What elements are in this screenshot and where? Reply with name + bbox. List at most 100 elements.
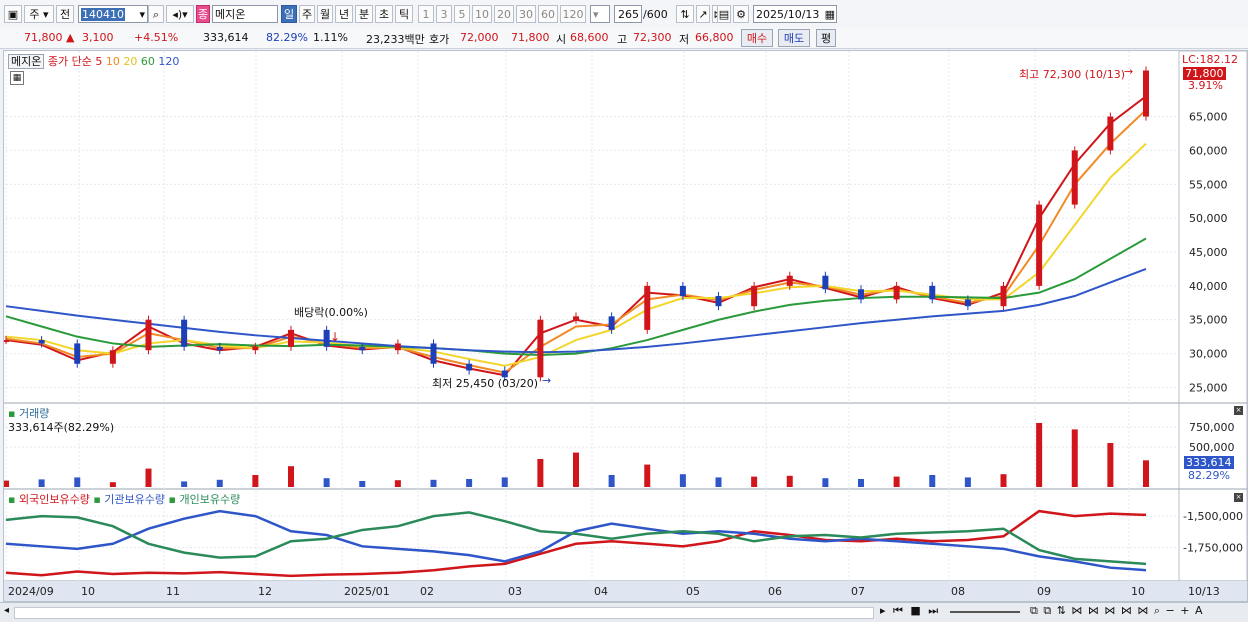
up-arrow-icon: ▲	[66, 31, 75, 44]
candle	[109, 350, 116, 364]
price-tick-label: 60,000	[1189, 144, 1228, 157]
ma-line-20	[5, 142, 1147, 367]
stock-name-field[interactable]: 메지온	[212, 5, 278, 23]
volume-bar	[323, 478, 330, 487]
holdings-close-icon[interactable]: ×	[1234, 493, 1243, 502]
candle	[1107, 116, 1114, 151]
volume-bar	[4, 480, 9, 487]
search-icon[interactable]: ⌕	[148, 5, 164, 23]
candle	[964, 299, 971, 307]
code-input[interactable]: 140410 ▾	[78, 5, 148, 23]
volume-current-tag: 333,614	[1184, 456, 1234, 469]
volume-bar	[644, 464, 651, 487]
stock-legend-name[interactable]: 메지온	[8, 54, 45, 69]
indicator-icon[interactable]: ⇅	[676, 5, 694, 23]
interval-20[interactable]: 20	[494, 5, 514, 23]
candle	[4, 340, 9, 343]
calculator-icon[interactable]: ▦	[10, 71, 24, 85]
dividend-arrow-icon: ↓	[330, 330, 340, 344]
bottom-tools[interactable]: ⧉ ⧉ ⇅ ⋈ ⋈ ⋈ ⋈ ⋈ ⌕ − + A	[1030, 604, 1204, 618]
type-select-label: 주	[29, 8, 40, 21]
volume-tick-label: 750,000	[1189, 421, 1235, 434]
candle	[537, 319, 544, 378]
candle	[858, 289, 864, 300]
zoom-slider[interactable]	[950, 611, 1020, 613]
chart-area[interactable]: → → ↓ 2024/09 10 11 12 2025/01 02 03 04 05 06 07 08 09…	[3, 50, 1248, 602]
date-label: 10	[1131, 585, 1145, 598]
speaker-icon[interactable]: ◂)▾	[166, 5, 194, 23]
volume-bar	[929, 475, 936, 487]
date-label: 07	[851, 585, 865, 598]
interval-10[interactable]: 10	[472, 5, 492, 23]
tab-tick[interactable]: 틱	[395, 5, 413, 23]
tab-month[interactable]: 월	[317, 5, 333, 23]
date-label: 12	[258, 585, 272, 598]
tab-second[interactable]: 초	[375, 5, 393, 23]
price-value: 71,800	[24, 31, 63, 44]
candle	[679, 285, 686, 297]
volume-layer	[4, 423, 1149, 487]
date-label: 11	[166, 585, 180, 598]
draw-tool-icon[interactable]: ↗	[696, 5, 710, 23]
tab-minute[interactable]: 분	[355, 5, 373, 23]
min-arrow-icon: →	[542, 374, 551, 387]
scroll-left-icon[interactable]: ◂	[4, 605, 9, 616]
volume-close-icon[interactable]: ×	[1234, 406, 1243, 415]
date-label: 2025/01	[344, 585, 390, 598]
gear-icon[interactable]: ⚙	[733, 5, 749, 23]
playback-controls[interactable]: ▸ ⏮ ■ ⏭	[880, 604, 940, 618]
interval-3[interactable]: 3	[436, 5, 452, 23]
window-icon[interactable]: ▣	[4, 5, 22, 23]
interval-dropdown[interactable]: ▾	[590, 5, 610, 23]
quote-bar: 71,800 ▲ 3,100 +4.51% 333,614 82.29% 1.1…	[0, 28, 1248, 49]
ma-legend-120: 120	[158, 55, 180, 68]
interval-120[interactable]: 120	[560, 5, 586, 23]
calendar-icon[interactable]: ▦	[825, 6, 836, 24]
ma-legend-60: 60	[140, 55, 155, 68]
tab-year[interactable]: 년	[335, 5, 353, 23]
candle	[786, 275, 793, 286]
eval-button[interactable]: 평	[816, 29, 836, 47]
interval-1[interactable]: 1	[418, 5, 434, 23]
sell-button[interactable]: 매도	[778, 29, 810, 47]
holdings-line-기관보유수량	[5, 509, 1147, 572]
type-select[interactable]: 주 ▾	[24, 5, 54, 23]
volume-bar	[1000, 474, 1007, 487]
volume-tick-label: 500,000	[1189, 441, 1235, 454]
date-value: 2025/10/13	[756, 8, 820, 21]
volume-bar	[1107, 443, 1114, 487]
date-label: 10/13	[1188, 585, 1220, 598]
open-label: 시	[556, 33, 567, 46]
tab-week[interactable]: 주	[299, 5, 315, 23]
interval-5[interactable]: 5	[454, 5, 470, 23]
candle	[323, 329, 330, 347]
price-tick-label: 45,000	[1189, 246, 1228, 259]
save-icon[interactable]: ▤	[717, 5, 731, 23]
legend-foreign: 외국인보유수량	[18, 493, 90, 506]
min-annotation: 최저 25,450 (03/20)	[432, 377, 539, 390]
price-tick-label: 55,000	[1189, 178, 1228, 191]
volume-bar	[858, 479, 864, 487]
date-input[interactable]: 2025/10/13 ▦	[753, 5, 837, 23]
count-input[interactable]: 265	[614, 5, 642, 23]
price-tick-label: 30,000	[1189, 348, 1228, 361]
volume-value: 333,614	[203, 31, 249, 44]
holdings-legend: ▪ 외국인보유수량 ▪ 기관보유수량 ▪ 개인보유수량	[8, 493, 241, 506]
prev-button[interactable]: 전	[56, 5, 74, 23]
chart-svg[interactable]: → → ↓ 2024/09 10 11 12 2025/01 02 03 04 05 06 07 08 09…	[4, 51, 1247, 601]
volume-bar	[893, 476, 900, 487]
candle	[216, 346, 223, 351]
tab-day[interactable]: 일	[281, 5, 297, 23]
volume-bar	[1036, 423, 1043, 487]
volume-bar	[252, 475, 259, 487]
price-tick-label: 65,000	[1189, 111, 1228, 124]
buy-button[interactable]: 매수	[741, 29, 773, 47]
interval-60[interactable]: 60	[538, 5, 558, 23]
code-dropdown-icon[interactable]: ▾	[139, 6, 147, 24]
dividend-annotation: 배당락(0.00%)	[294, 306, 368, 319]
ma-legend-10: 10	[105, 55, 120, 68]
horizontal-scrollbar[interactable]	[14, 607, 874, 619]
volume-bar	[74, 477, 81, 487]
interval-30[interactable]: 30	[516, 5, 536, 23]
price-legend: 메지온 종가 단순 5 10 20 60 120	[8, 53, 179, 69]
